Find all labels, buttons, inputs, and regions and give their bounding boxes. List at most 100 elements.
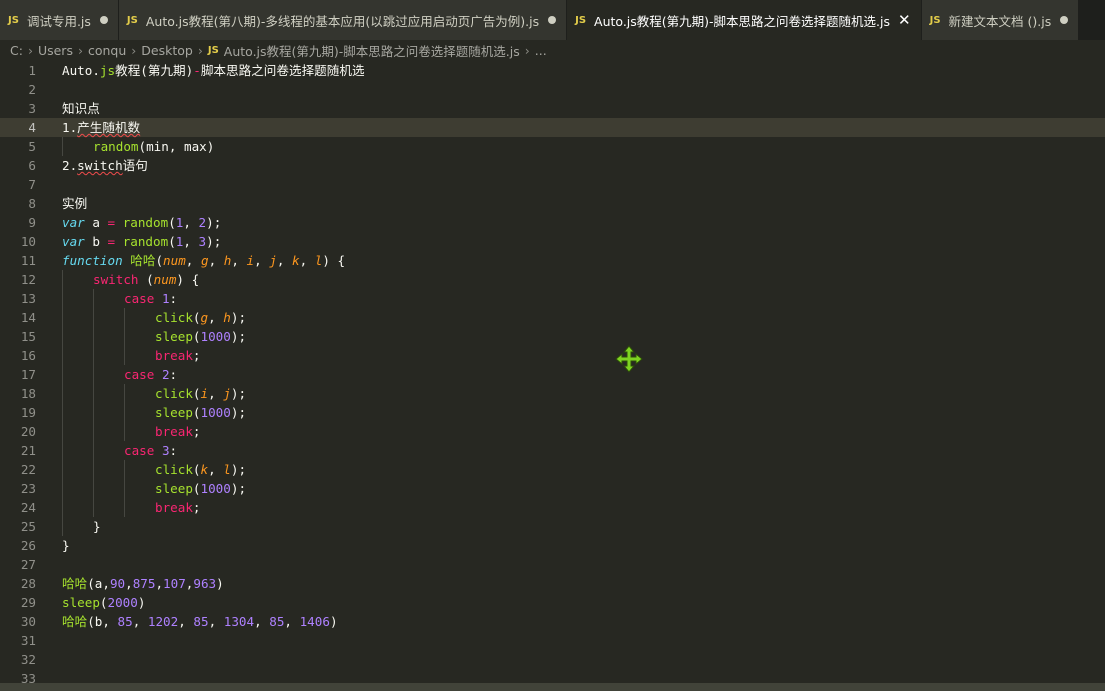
code-token: 2 — [198, 215, 207, 230]
breadcrumb-item[interactable]: Users — [38, 43, 73, 58]
breadcrumb-item[interactable]: C: — [10, 43, 23, 58]
line-number: 33 — [20, 671, 36, 683]
code-token: ); — [230, 310, 247, 325]
indent-guide — [62, 460, 63, 479]
breadcrumb-more[interactable]: ... — [535, 43, 547, 58]
code-line[interactable]: 13 case 1: — [0, 289, 1105, 308]
code-line[interactable]: 15 sleep(1000); — [0, 327, 1105, 346]
code-token: j — [269, 253, 277, 268]
code-line[interactable]: 24 break; — [0, 498, 1105, 517]
code-token: , — [284, 614, 300, 629]
code-line[interactable]: 8 实例 — [0, 194, 1105, 213]
line-number: 30 — [20, 614, 36, 629]
code-token: sleep — [155, 405, 193, 420]
code-token: ( — [138, 272, 154, 287]
code-token: ( — [192, 310, 201, 325]
code-token: g — [200, 253, 209, 268]
code-line[interactable]: 21 case 3: — [0, 441, 1105, 460]
indent-guide — [124, 460, 125, 479]
code-text: break; — [155, 346, 201, 365]
close-icon[interactable]: ✕ — [898, 12, 911, 28]
code-line[interactable]: 30 哈哈(b, 85, 1202, 85, 1304, 85, 1406) — [0, 612, 1105, 631]
code-token: , — [208, 462, 224, 477]
code-token: ( — [192, 481, 201, 496]
code-editor[interactable]: 1 Auto.js教程(第九期)-脚本思路之问卷选择题随机选 2 3 知识点 4 1.产生随… — [0, 61, 1105, 683]
code-line[interactable]: 19 sleep(1000); — [0, 403, 1105, 422]
code-line[interactable]: 22 click(k, l); — [0, 460, 1105, 479]
line-number: 8 — [28, 196, 36, 211]
line-number: 15 — [20, 329, 36, 344]
code-line[interactable]: 16 break; — [0, 346, 1105, 365]
tab-0[interactable]: JS 调试专用.js — [0, 0, 119, 40]
code-token: 963 — [193, 576, 217, 591]
code-line[interactable]: 11 function 哈哈(num, g, h, i, j, k, l) { — [0, 251, 1105, 270]
code-token: ); — [230, 386, 247, 401]
code-line[interactable]: 29 sleep(2000) — [0, 593, 1105, 612]
indent-guide — [93, 327, 94, 346]
unsaved-dot-icon[interactable] — [99, 16, 108, 24]
code-token: 知识点 — [62, 101, 100, 116]
code-line[interactable]: 31 — [0, 631, 1105, 650]
code-line[interactable]: 33 — [0, 669, 1105, 683]
code-line[interactable]: 10 var b = random(1, 3); — [0, 232, 1105, 251]
code-token: switch — [77, 158, 123, 173]
code-token: i — [200, 386, 209, 401]
code-token: 2 — [161, 367, 170, 382]
line-number: 25 — [20, 519, 36, 534]
code-line[interactable]: 12 switch (num) { — [0, 270, 1105, 289]
code-line[interactable]: 28 哈哈(a,90,875,107,963) — [0, 574, 1105, 593]
code-line[interactable]: 26} — [0, 536, 1105, 555]
code-token: click — [155, 310, 193, 325]
code-line[interactable]: 3 知识点 — [0, 99, 1105, 118]
code-line[interactable]: 18 click(i, j); — [0, 384, 1105, 403]
indent-guide — [62, 403, 63, 422]
code-line[interactable]: 23 sleep(1000); — [0, 479, 1105, 498]
indent-guide — [93, 403, 94, 422]
code-token: , — [183, 234, 199, 249]
code-line[interactable]: 2 — [0, 80, 1105, 99]
code-line[interactable]: 6 2.switch语句 — [0, 156, 1105, 175]
line-number: 22 — [20, 462, 36, 477]
code-line[interactable]: 17 case 2: — [0, 365, 1105, 384]
code-text: break; — [155, 498, 201, 517]
code-token: random — [122, 234, 169, 249]
code-token: ) — [216, 576, 224, 591]
tab-label: Auto.js教程(第八期)-多线程的基本应用(以跳过应用启动页广告为例).js — [145, 13, 540, 29]
code-line[interactable]: 27 — [0, 555, 1105, 574]
code-token: , — [125, 576, 133, 591]
tab-1[interactable]: JS Auto.js教程(第八期)-多线程的基本应用(以跳过应用启动页广告为例).… — [118, 0, 568, 40]
unsaved-dot-icon[interactable] — [548, 16, 557, 24]
code-token: h — [223, 310, 231, 325]
code-line[interactable]: 9 var a = random(1, 2); — [0, 213, 1105, 232]
code-text: case 1: — [124, 289, 177, 308]
line-number: 1 — [28, 63, 36, 78]
unsaved-dot-icon[interactable] — [1060, 16, 1069, 24]
code-token: 85 — [117, 614, 133, 629]
indent-guide — [93, 498, 94, 517]
code-token: 875 — [132, 576, 156, 591]
code-line[interactable]: 25} — [0, 517, 1105, 536]
indent-guide — [62, 289, 63, 308]
code-line[interactable]: 1 Auto.js教程(第九期)-脚本思路之问卷选择题随机选 — [0, 61, 1105, 80]
code-token: j — [223, 386, 231, 401]
indent-guide — [93, 422, 94, 441]
code-text: click(i, j); — [155, 384, 246, 403]
code-token: 哈哈 — [62, 614, 88, 629]
tab-3[interactable]: JS 新建文本文档 ().js — [921, 0, 1080, 40]
code-token: , — [231, 253, 247, 268]
breadcrumb-file[interactable]: Auto.js教程(第九期)-脚本思路之问卷选择题随机选.js — [224, 41, 520, 60]
code-line[interactable]: 14 click(g, h); — [0, 308, 1105, 327]
code-line[interactable]: 7 — [0, 175, 1105, 194]
code-line[interactable]: 4 1.产生随机数 — [0, 118, 1105, 137]
code-line[interactable]: 20 break; — [0, 422, 1105, 441]
breadcrumb-item[interactable]: conqu — [88, 43, 126, 58]
tab-2[interactable]: JS Auto.js教程(第九期)-脚本思路之问卷选择题随机选.js ✕ — [567, 0, 922, 40]
breadcrumb-item[interactable]: Desktop — [141, 43, 193, 58]
code-token: ( — [192, 386, 201, 401]
code-line[interactable]: 32 — [0, 650, 1105, 669]
code-token: ( — [192, 329, 201, 344]
code-token: 2000 — [107, 595, 138, 610]
code-line[interactable]: 5 random(min, max) — [0, 137, 1105, 156]
